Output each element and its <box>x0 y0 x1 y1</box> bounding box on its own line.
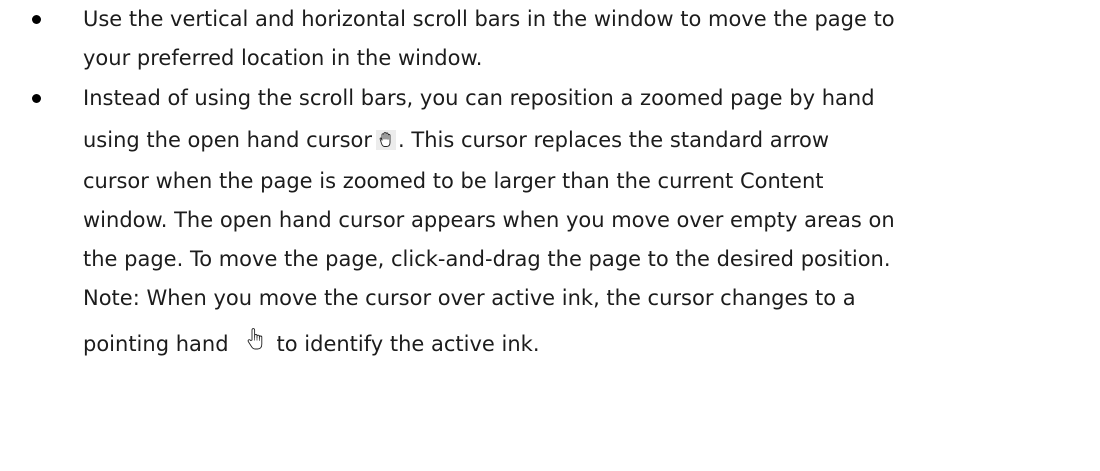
text-line: using the open hand cursor . This cursor … <box>83 118 1100 162</box>
text-line: your preferred location in the window. <box>83 46 483 70</box>
text-line: Instead of using the scroll bars, you ca… <box>83 86 875 110</box>
text-fragment: . This cursor replaces the standard arro… <box>398 128 830 152</box>
bullet-item-hand-cursor: Instead of using the scroll bars, you ca… <box>0 79 1100 368</box>
bullet-list: Use the vertical and horizontal scroll b… <box>0 0 1100 368</box>
bullet-item-scroll-bars: Use the vertical and horizontal scroll b… <box>0 0 1100 78</box>
document-body: Use the vertical and horizontal scroll b… <box>0 0 1100 368</box>
text-line: cursor when the page is zoomed to be lar… <box>83 169 824 193</box>
bullet-point <box>32 94 41 103</box>
text-line: pointing hand to identify the active ink. <box>83 318 1100 368</box>
text-fragment: using the open hand cursor <box>83 128 373 152</box>
open-hand-cursor-icon <box>376 130 397 150</box>
text-fragment: pointing hand <box>83 332 229 356</box>
text-line: the page. To move the page, click-and-dr… <box>83 247 891 271</box>
pointing-hand-cursor-icon <box>245 327 265 353</box>
text-line: Note: When you move the cursor over acti… <box>83 286 856 310</box>
text-line: Use the vertical and horizontal scroll b… <box>83 7 895 31</box>
bullet-point <box>32 15 41 24</box>
text-line: window. The open hand cursor appears whe… <box>83 208 895 232</box>
text-fragment: to identify the active ink. <box>276 332 540 356</box>
